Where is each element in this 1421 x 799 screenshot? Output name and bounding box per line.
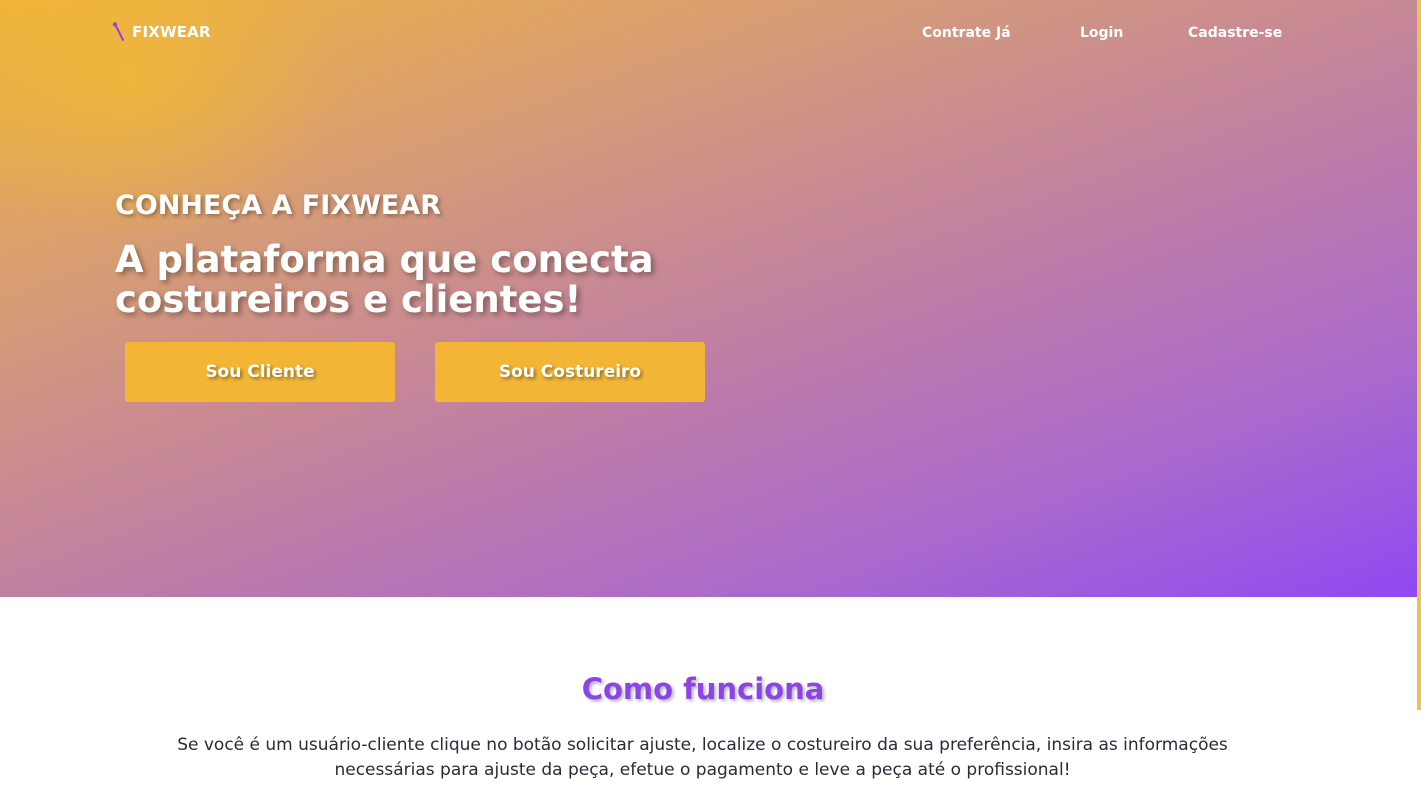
- hero-eyebrow: CONHEÇA A FIXWEAR: [115, 190, 442, 221]
- nav-login[interactable]: Login: [1080, 25, 1123, 41]
- sou-costureiro-button[interactable]: Sou Costureiro: [435, 342, 705, 402]
- nav-cadastre-se[interactable]: Cadastre-se: [1188, 25, 1282, 41]
- hero-section: FIXWEAR Contrate Já Login Cadastre-se CO…: [0, 0, 1421, 597]
- logo-text: FIXWEAR: [132, 23, 211, 41]
- section-description: Se você é um usuário-cliente clique no b…: [177, 735, 1228, 780]
- sou-cliente-button[interactable]: Sou Cliente: [125, 342, 395, 402]
- logo-link[interactable]: FIXWEAR: [112, 22, 211, 42]
- scrollbar[interactable]: [1417, 0, 1421, 710]
- hero-headline: A plataforma que conecta costureiros e c…: [115, 238, 654, 321]
- needle-icon: [112, 22, 126, 42]
- navbar: FIXWEAR Contrate Já Login Cadastre-se: [0, 0, 1421, 70]
- page: FIXWEAR Contrate Já Login Cadastre-se CO…: [0, 0, 1421, 799]
- section-title: Como funciona: [581, 672, 825, 706]
- nav-contrate-ja[interactable]: Contrate Já: [922, 25, 1011, 41]
